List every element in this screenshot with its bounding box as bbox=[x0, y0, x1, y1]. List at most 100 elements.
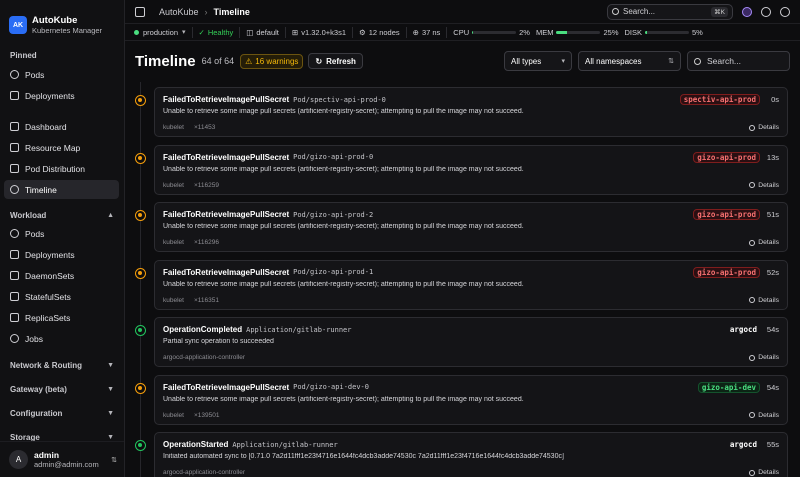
brand-logo: AK bbox=[9, 16, 27, 34]
health-status: ✓ Healthy bbox=[193, 26, 241, 38]
sidebar-item-jobs[interactable]: Jobs bbox=[4, 329, 119, 348]
details-button[interactable]: Details bbox=[749, 354, 779, 361]
sidebar-item-deployments[interactable]: Deployments bbox=[4, 245, 119, 264]
sidebar-item-replicasets[interactable]: ReplicaSets bbox=[4, 308, 119, 327]
event-card[interactable]: FailedToRetrieveImagePullSecret Pod/gizo-… bbox=[154, 202, 788, 252]
sidebar-item-timeline[interactable]: Timeline bbox=[4, 180, 119, 199]
namespace-badge[interactable]: gizo-api-prod bbox=[693, 266, 760, 278]
event-message: Unable to retrieve some image pull secre… bbox=[163, 108, 524, 115]
pinned-section-label: Pinned bbox=[10, 50, 37, 60]
details-button[interactable]: Details bbox=[749, 469, 779, 476]
user-menu[interactable]: A admin admin@admin.com ⇅ bbox=[0, 441, 124, 477]
details-button[interactable]: Details bbox=[749, 412, 779, 419]
namespace-filter-select[interactable]: All namespaces ⇅ bbox=[578, 51, 681, 71]
ai-assistant-icon[interactable] bbox=[742, 6, 752, 17]
sidebar-item-pod-distribution[interactable]: Pod Distribution bbox=[4, 159, 119, 178]
daemonsets-icon bbox=[10, 271, 19, 280]
sidebar-item-daemonsets[interactable]: DaemonSets bbox=[4, 266, 119, 285]
event-object[interactable]: Pod/gizo-api-prod-2 bbox=[293, 211, 373, 219]
warnings-badge[interactable]: ⚠ 16 warnings bbox=[240, 53, 304, 69]
event-count: ×11453 bbox=[193, 124, 216, 131]
event-object[interactable]: Pod/spectiv-api-prod-0 bbox=[293, 96, 386, 104]
pods-icon bbox=[10, 229, 19, 238]
brand[interactable]: AK AutoKube Kubernetes Manager bbox=[0, 0, 124, 40]
warning-event-icon bbox=[135, 267, 146, 279]
details-button[interactable]: Details bbox=[749, 239, 779, 246]
info-icon bbox=[749, 182, 756, 188]
event-age: 13s bbox=[766, 152, 779, 162]
namespace-badge[interactable]: argocd bbox=[727, 324, 760, 335]
deployments-icon bbox=[10, 91, 19, 100]
namespace-icon: ◫ bbox=[246, 27, 254, 37]
timeline-search-input[interactable]: Search... bbox=[687, 51, 790, 71]
global-search[interactable]: Search... ⌘K bbox=[607, 3, 733, 20]
namespace-indicator[interactable]: ◫ default bbox=[240, 26, 286, 38]
user-email: admin@admin.com bbox=[34, 460, 99, 469]
pods-icon bbox=[10, 70, 19, 79]
namespace-badge[interactable]: argocd bbox=[727, 439, 760, 450]
event-card[interactable]: FailedToRetrieveImagePullSecret Pod/gizo-… bbox=[154, 144, 788, 195]
event-reason: FailedToRetrieveImagePullSecret bbox=[163, 95, 290, 104]
details-button[interactable]: Details bbox=[749, 124, 779, 131]
namespace-badge[interactable]: spectiv-api-prod bbox=[679, 94, 760, 105]
sidebar-item-deployments[interactable]: Deployments bbox=[4, 86, 119, 105]
sidebar-section-network-routing[interactable]: Network & Routing ▼ bbox=[0, 358, 124, 372]
event-age: 0s bbox=[771, 95, 779, 104]
sidebar-item-pods[interactable]: Pods bbox=[4, 224, 119, 243]
event-message: Unable to retrieve some image pull secre… bbox=[163, 165, 524, 173]
chevron-down-icon: ▼ bbox=[107, 433, 114, 441]
namespace-badge[interactable]: gizo-api-prod bbox=[693, 151, 760, 163]
theme-toggle-icon[interactable] bbox=[780, 6, 790, 17]
event-reason: FailedToRetrieveImagePullSecret bbox=[163, 210, 290, 219]
search-icon bbox=[694, 57, 701, 65]
info-icon bbox=[749, 297, 756, 303]
event-source: kubelet bbox=[163, 239, 184, 246]
sidebar-item-pods[interactable]: Pods bbox=[4, 65, 119, 84]
event-source: kubelet bbox=[163, 124, 184, 131]
event-reason: FailedToRetrieveImagePullSecret bbox=[163, 382, 290, 392]
chevron-down-icon: ▼ bbox=[107, 409, 114, 417]
event-object[interactable]: Pod/gizo-api-prod-1 bbox=[293, 268, 373, 276]
jobs-icon bbox=[10, 334, 19, 343]
warning-event-icon bbox=[135, 382, 146, 394]
shortcut-badge: ⌘K bbox=[711, 6, 728, 17]
warning-event-icon bbox=[135, 210, 146, 221]
breadcrumb-separator: › bbox=[204, 6, 208, 17]
sidebar-section-gateway-beta-[interactable]: Gateway (beta) ▼ bbox=[0, 382, 124, 396]
refresh-button[interactable]: ↻ Refresh bbox=[308, 53, 363, 69]
sidebar-item-dashboard[interactable]: Dashboard bbox=[4, 117, 119, 136]
github-icon[interactable] bbox=[761, 6, 771, 17]
sidebar-section-configuration[interactable]: Configuration ▼ bbox=[0, 406, 124, 420]
event-card[interactable]: FailedToRetrieveImagePullSecret Pod/gizo-… bbox=[154, 374, 788, 425]
refresh-icon: ↻ bbox=[315, 56, 323, 66]
event-card[interactable]: OperationCompleted Application/gitlab-run… bbox=[154, 317, 788, 367]
namespace-badge[interactable]: gizo-api-prod bbox=[693, 209, 760, 220]
sidebar-item-statefulsets[interactable]: StatefulSets bbox=[4, 287, 119, 306]
type-filter-select[interactable]: All types ▾ bbox=[504, 51, 572, 71]
details-button[interactable]: Details bbox=[749, 297, 779, 304]
pod-distribution-icon bbox=[10, 164, 19, 173]
event-message: Partial sync operation to succeeded bbox=[163, 338, 274, 345]
event-card[interactable]: FailedToRetrieveImagePullSecret Pod/gizo-… bbox=[154, 259, 788, 310]
event-card[interactable]: OperationStarted Application/gitlab-runne… bbox=[154, 432, 788, 477]
event-source: kubelet bbox=[163, 181, 184, 189]
chevron-updown-icon: ⇅ bbox=[111, 456, 117, 464]
cluster-selector[interactable]: production ▾ bbox=[134, 26, 193, 38]
nodes-icon: ⚙ bbox=[359, 27, 366, 37]
event-card[interactable]: FailedToRetrieveImagePullSecret Pod/spect… bbox=[154, 87, 788, 137]
sidebar-section-label: Gateway (beta) bbox=[10, 384, 67, 394]
namespace-badge[interactable]: gizo-api-dev bbox=[697, 381, 760, 393]
cluster-status-bar: production ▾ ✓ Healthy ◫ default ⊞ v1.32.0+k… bbox=[125, 24, 800, 41]
namespaces-count: ⊕ 37 ns bbox=[407, 26, 448, 38]
breadcrumb-root[interactable]: AutoKube bbox=[159, 7, 199, 17]
workload-section-toggle[interactable]: Workload ▲ bbox=[0, 208, 124, 222]
event-object[interactable]: Pod/gizo-api-dev-0 bbox=[293, 383, 369, 391]
sidebar-toggle-icon[interactable] bbox=[135, 6, 145, 17]
timeline-rail bbox=[140, 82, 141, 477]
timeline-feed: FailedToRetrieveImagePullSecret Pod/spect… bbox=[125, 82, 800, 477]
event-object[interactable]: Application/gitlab-runner bbox=[246, 326, 351, 334]
event-object[interactable]: Application/gitlab-runner bbox=[232, 441, 337, 449]
details-button[interactable]: Details bbox=[749, 182, 779, 189]
sidebar-item-resource-map[interactable]: Resource Map bbox=[4, 138, 119, 157]
event-object[interactable]: Pod/gizo-api-prod-0 bbox=[293, 153, 373, 161]
